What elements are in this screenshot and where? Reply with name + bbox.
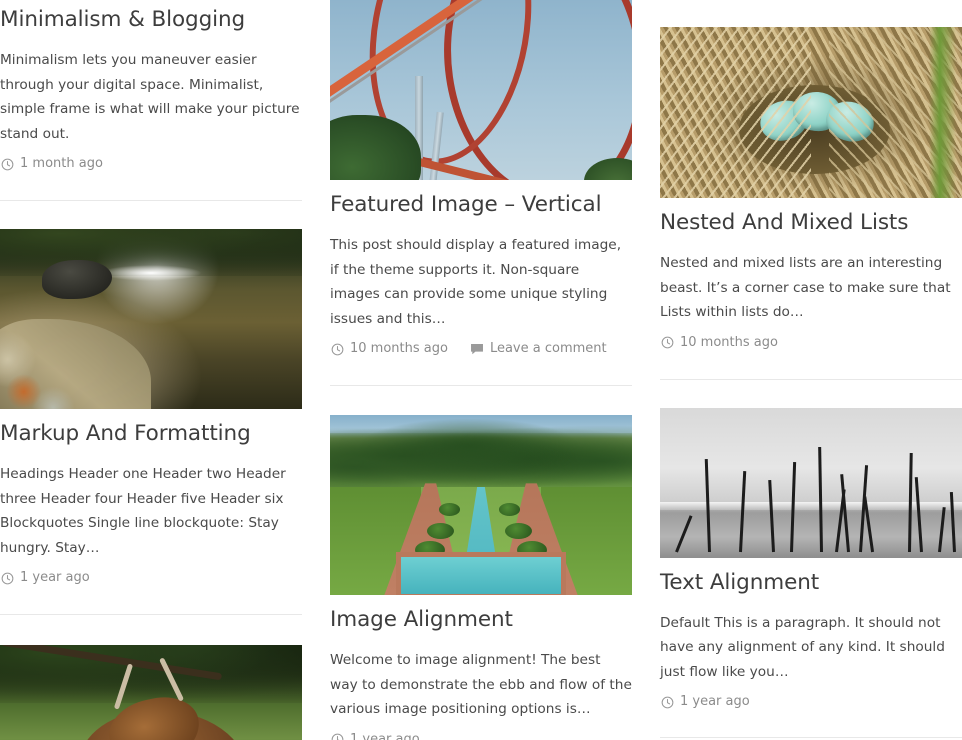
post-excerpt: Nested and mixed lists are an interestin… [660,255,951,320]
post-meta: 10 months ago Leave a comment [330,340,632,358]
poles-in-water-image [660,407,962,558]
post-card[interactable] [0,645,302,740]
post-date-text: 1 year ago [680,694,750,709]
post-meta: 1 month ago [0,155,302,173]
post-grid: Minimalism & Blogging Minimalism lets yo… [0,0,962,740]
clock-icon [0,157,14,171]
post-title[interactable]: Image Alignment [330,606,632,633]
post-card[interactable]: Image Alignment Welcome to image alignme… [330,415,632,740]
formal-garden-image [330,415,632,595]
post-excerpt: Headings Header one Header two Header th… [0,466,286,556]
post-date-text: 1 year ago [20,570,90,585]
post-card[interactable]: Markup And Formatting Headings Header on… [0,229,302,587]
post-title[interactable]: Text Alignment [660,569,962,596]
post-meta: 1 year ago [330,731,632,740]
post-title[interactable]: Nested And Mixed Lists [660,209,962,236]
roller-coaster-image [330,0,632,180]
post-date[interactable]: 10 months ago [660,334,778,352]
post-date[interactable]: 1 year ago [660,693,750,711]
post-card[interactable]: Text Alignment Default This is a paragra… [660,407,962,712]
post-excerpt: Welcome to image alignment! The best way… [330,652,632,717]
post-column-3: Nested And Mixed Lists Nested and mixed … [660,27,962,738]
post-thumbnail[interactable] [0,229,302,409]
post-thumbnail[interactable] [660,407,962,558]
post-column-1: Minimalism & Blogging Minimalism lets yo… [0,0,302,740]
post-title[interactable]: Minimalism & Blogging [0,6,302,33]
post-card[interactable]: Nested And Mixed Lists Nested and mixed … [660,27,962,352]
post-date[interactable]: 1 month ago [0,155,103,173]
post-card[interactable]: Minimalism & Blogging Minimalism lets yo… [0,0,302,173]
clock-icon [330,342,344,356]
post-divider [660,737,962,738]
post-date-text: 10 months ago [350,341,448,356]
clock-icon [330,733,344,740]
post-thumbnail[interactable] [330,415,632,595]
post-thumbnail[interactable] [660,27,962,198]
post-excerpt: Default This is a paragraph. It should n… [660,614,945,680]
comment-icon [470,342,484,356]
post-meta: 10 months ago [660,334,962,352]
post-excerpt: This post should display a featured imag… [330,237,622,327]
post-date-text: 1 month ago [20,156,103,171]
post-date[interactable]: 1 year ago [0,569,90,587]
post-date-text: 10 months ago [680,334,778,350]
post-date-text: 1 year ago [350,731,420,740]
post-column-2: Featured Image – Vertical This post shou… [330,0,632,740]
deer-under-tree-image [0,645,302,740]
clock-icon [660,695,674,709]
post-meta: 1 year ago [0,569,302,587]
forest-stream-image [0,229,302,409]
clock-icon [0,571,14,585]
post-title[interactable]: Featured Image – Vertical [330,191,632,218]
post-thumbnail[interactable] [330,0,632,180]
post-title[interactable]: Markup And Formatting [0,420,302,447]
post-date[interactable]: 1 year ago [330,731,420,740]
post-card[interactable]: Featured Image – Vertical This post shou… [330,0,632,358]
post-thumbnail[interactable] [0,645,302,740]
post-comments-text: Leave a comment [489,341,607,356]
birds-nest-image [660,27,962,198]
post-comments-link[interactable]: Leave a comment [470,340,607,358]
clock-icon [660,336,674,350]
post-meta: 1 year ago [660,693,962,711]
post-excerpt: Minimalism lets you maneuver easier thro… [0,52,300,142]
post-date[interactable]: 10 months ago [330,340,448,358]
